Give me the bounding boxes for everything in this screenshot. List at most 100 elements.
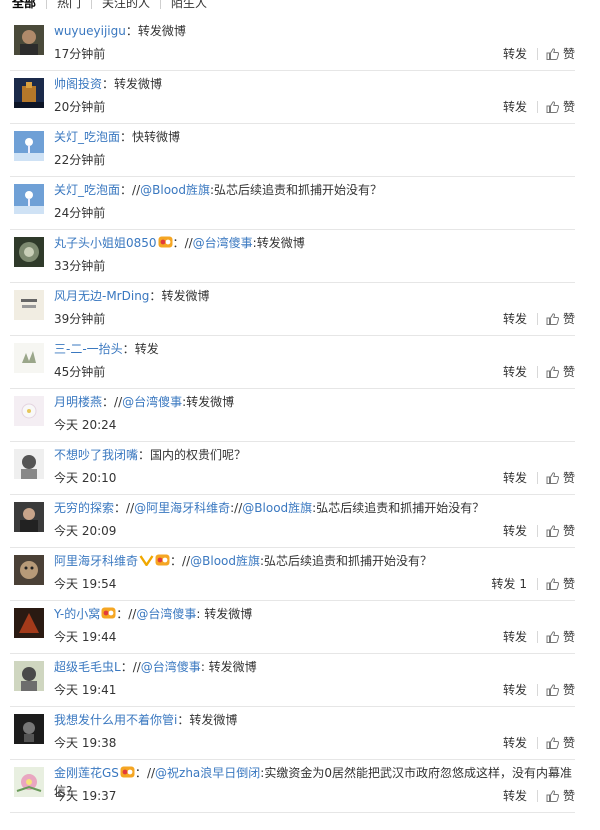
comment-time: 今天 20:10	[54, 471, 117, 485]
username-link[interactable]: 丸子头小姐姐0850	[54, 236, 157, 250]
avatar[interactable]	[14, 184, 44, 214]
like-button[interactable]: 赞	[546, 469, 575, 486]
username-link[interactable]: 关灯_吃泡面	[54, 130, 120, 144]
comment-body: : 转发微博	[200, 660, 257, 674]
mention-link[interactable]: @台湾傻事	[141, 660, 201, 674]
tab-strangers[interactable]: 陌生人	[161, 0, 217, 12]
avatar[interactable]	[14, 502, 44, 532]
mention-link[interactable]: @台湾傻事	[193, 236, 253, 250]
avatar[interactable]	[14, 25, 44, 55]
repost-label: 转发	[502, 524, 527, 538]
avatar[interactable]	[14, 396, 44, 426]
like-button[interactable]: 赞	[546, 310, 575, 327]
like-button[interactable]: 赞	[546, 628, 575, 645]
repost-label: 转发	[502, 736, 527, 750]
repost-button[interactable]: 转发	[503, 787, 527, 804]
colon-separator: ：	[116, 607, 129, 621]
like-label: 赞	[562, 789, 575, 803]
comment-item: wuyueyijigu：转发微博 17分钟前 转发 赞	[10, 17, 575, 71]
username-link[interactable]: 帅阁投资	[54, 77, 102, 91]
repost-label: 转发	[502, 365, 527, 379]
colon-separator: ：	[138, 448, 151, 462]
repost-button[interactable]: 转发	[503, 310, 527, 327]
comment-time: 39分钟前	[54, 312, 106, 326]
avatar[interactable]	[14, 237, 44, 267]
mention-link[interactable]: @Blood旌旗	[140, 183, 210, 197]
like-button[interactable]: 赞	[546, 363, 575, 380]
comment-body: :转发微博	[182, 395, 235, 409]
username-link[interactable]: Y-的小窝	[54, 607, 100, 621]
avatar[interactable]	[14, 608, 44, 638]
like-button[interactable]: 赞	[546, 734, 575, 751]
username-link[interactable]: 无穷的探索	[54, 501, 114, 515]
thumbs-up-icon	[546, 471, 559, 484]
repost-button[interactable]: 转发	[503, 98, 527, 115]
mention-link[interactable]: @台湾傻事	[136, 607, 196, 621]
avatar[interactable]	[14, 131, 44, 161]
comment-item: 不想吵了我闭嘴：国内的权贵们呢？ 今天 20:10 转发 赞	[10, 441, 575, 495]
tab-all[interactable]: 全部	[0, 0, 46, 12]
repost-button[interactable]: 转发	[503, 45, 527, 62]
mention-link[interactable]: @Blood旌旗	[190, 554, 260, 568]
username-link[interactable]: wuyueyijigu	[54, 24, 126, 38]
username-link[interactable]: 风月无边-MrDing	[54, 289, 149, 303]
comment-body: 快转微博	[132, 130, 181, 144]
repost-button[interactable]: 转发	[503, 469, 527, 486]
comment-text: 超级毛毛虫L：//@台湾傻事: 转发微博	[54, 658, 574, 676]
mention-link[interactable]: @祝zha浪早日倒闭	[155, 766, 260, 780]
username-link[interactable]: 关灯_吃泡面	[54, 183, 120, 197]
avatar[interactable]	[14, 767, 44, 797]
avatar[interactable]	[14, 449, 44, 479]
username-link[interactable]: 超级毛毛虫L	[54, 660, 121, 674]
username-link[interactable]: 金刚莲花GS	[54, 766, 119, 780]
repost-button[interactable]: 转发	[503, 522, 527, 539]
username-link[interactable]: 不想吵了我闭嘴	[54, 448, 138, 462]
like-button[interactable]: 赞	[546, 681, 575, 698]
repost-label: 转发	[491, 577, 516, 591]
comment-body: //	[146, 766, 156, 780]
thumbs-up-icon	[546, 524, 559, 537]
avatar[interactable]	[14, 714, 44, 744]
avatar[interactable]	[14, 290, 44, 320]
like-button[interactable]: 赞	[546, 45, 575, 62]
action-divider	[536, 471, 538, 484]
like-button[interactable]: 赞	[546, 98, 575, 115]
comment-text: 阿里海牙科维奇 ：//@Blood旌旗:弘芯后续追责和抓捕开始没有？	[54, 552, 574, 570]
member-badge-icon	[101, 607, 116, 619]
colon-separator: ：	[120, 183, 133, 197]
username-link[interactable]: 三-二-一抬头	[54, 342, 123, 356]
tab-following[interactable]: 关注的人	[92, 0, 160, 12]
avatar[interactable]	[14, 555, 44, 585]
comment-time: 今天 19:38	[54, 736, 117, 750]
like-label: 赞	[562, 47, 575, 61]
repost-button[interactable]: 转发	[503, 363, 527, 380]
repost-button[interactable]: 转发 1	[491, 575, 527, 592]
comment-body: //	[184, 236, 193, 250]
avatar[interactable]	[14, 661, 44, 691]
like-label: 赞	[562, 577, 575, 591]
colon-separator: ：	[120, 660, 133, 674]
tab-hot[interactable]: 热门	[47, 0, 91, 12]
avatar[interactable]	[14, 78, 44, 108]
comment-body: //	[132, 183, 141, 197]
like-button[interactable]: 赞	[546, 522, 575, 539]
username-link[interactable]: 我想发什么用不着你管i	[54, 713, 177, 727]
like-label: 赞	[562, 630, 575, 644]
avatar[interactable]	[14, 343, 44, 373]
like-button[interactable]: 赞	[546, 575, 575, 592]
repost-button[interactable]: 转发	[503, 628, 527, 645]
comment-time: 今天 19:37	[54, 789, 117, 803]
repost-button[interactable]: 转发	[503, 734, 527, 751]
repost-button[interactable]: 转发	[503, 681, 527, 698]
mention-link[interactable]: @Blood旌旗	[242, 501, 312, 515]
username-link[interactable]: 阿里海牙科维奇	[54, 554, 138, 568]
comment-text: 金刚莲花GS ：//@祝zha浪早日倒闭:实缴资金为0居然能把武汉市政府忽悠成这样…	[54, 764, 574, 800]
like-button[interactable]: 赞	[546, 787, 575, 804]
username-link[interactable]: 月明楼燕	[54, 395, 102, 409]
comment-time: 今天 20:24	[54, 418, 117, 432]
comment-body: 转发微博	[189, 713, 238, 727]
mention-link[interactable]: @阿里海牙科维奇	[134, 501, 230, 515]
comment-body: :转发微博	[252, 236, 305, 250]
mention-link[interactable]: @台湾傻事	[122, 395, 182, 409]
colon-separator: ：	[102, 77, 115, 91]
